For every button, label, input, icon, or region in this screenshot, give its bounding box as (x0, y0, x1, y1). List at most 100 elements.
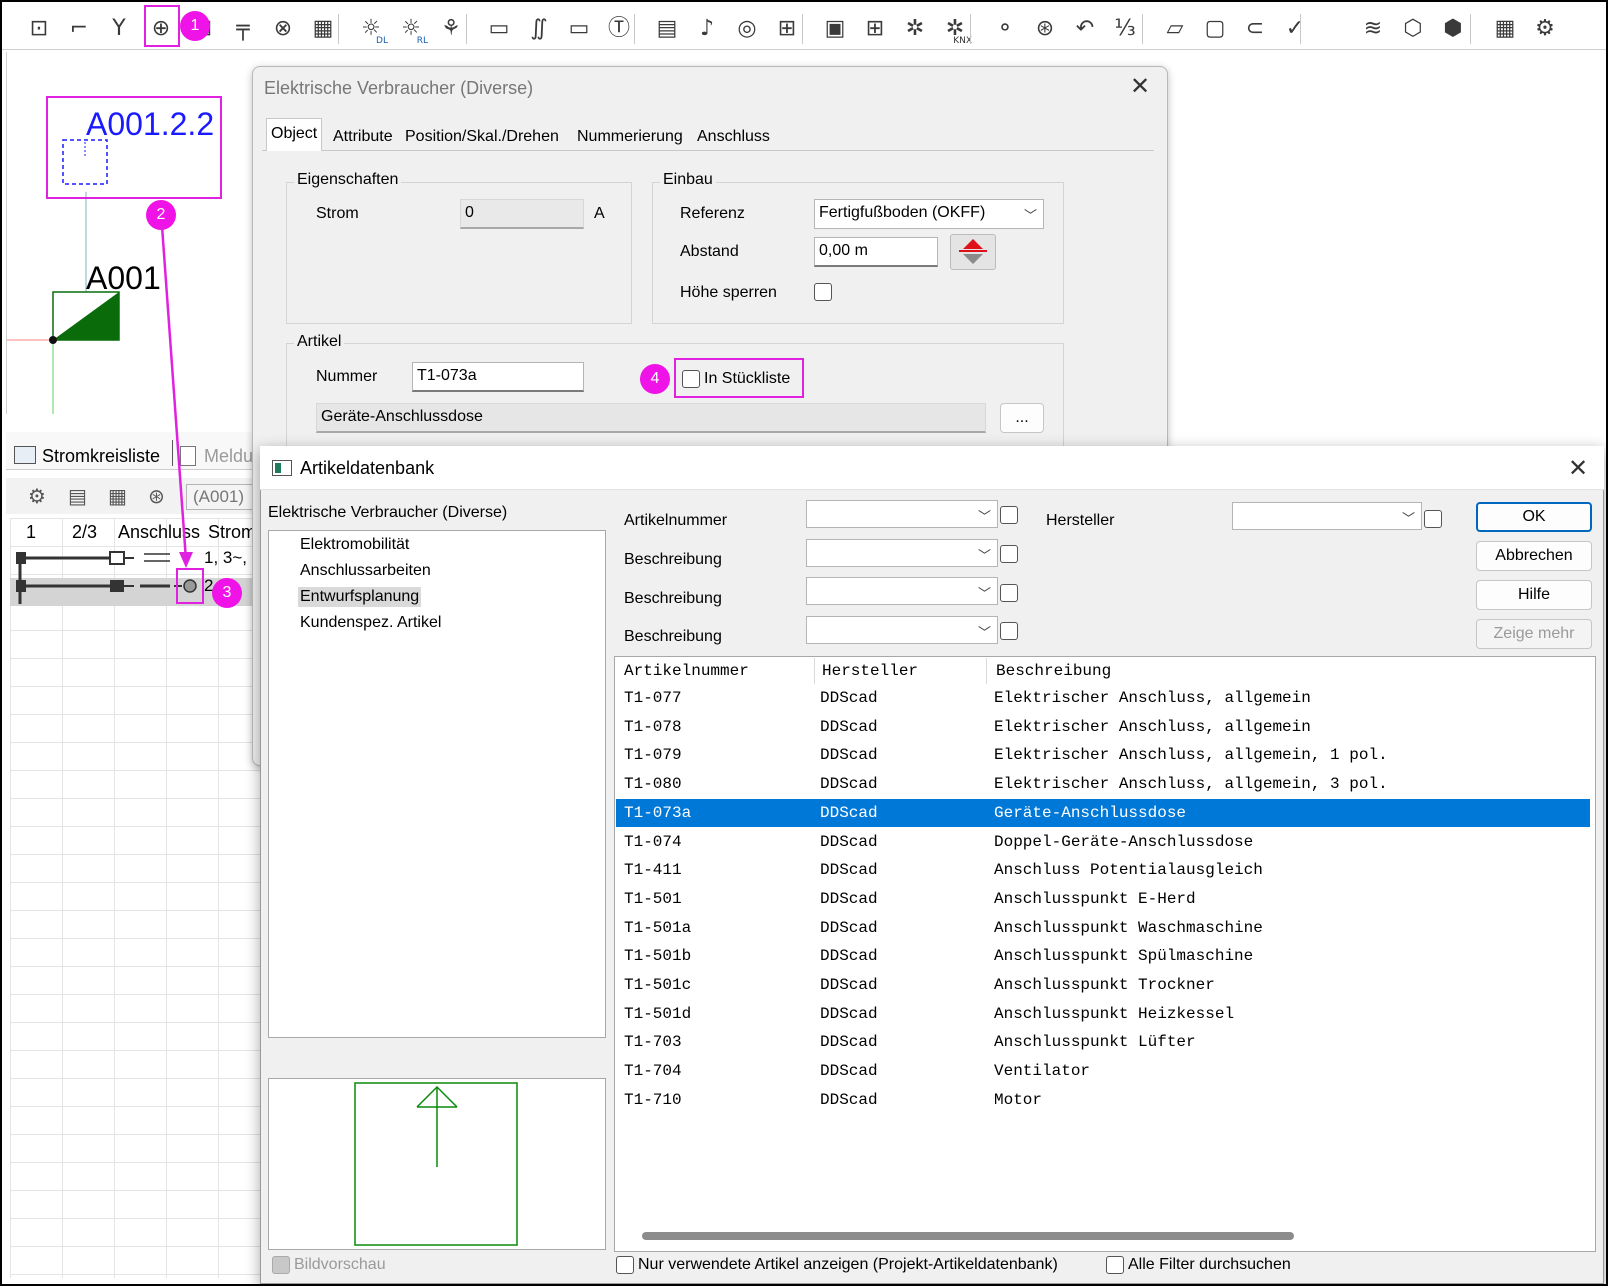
list-add-icon[interactable]: ▤ (68, 484, 87, 508)
table-row[interactable]: T1-077 DDScad Elektrischer Anschluss, allg… (616, 684, 1590, 712)
tree-item-entwurfsplanung[interactable]: Entwurfsplanung (298, 587, 422, 607)
check-icon[interactable]: ✓ (1278, 12, 1312, 46)
cross-circle-icon[interactable]: ⊗ (266, 12, 300, 46)
circuit-label-a001-2-2[interactable]: A001.2.2 (86, 106, 214, 143)
list-grid-icon[interactable]: ▦ (108, 484, 127, 508)
panel-icon[interactable]: ▦ (306, 12, 340, 46)
filter-article-number-select[interactable]: ﹀ (806, 500, 998, 528)
table-row[interactable]: T1-501a DDScad Anschlusspunkt Waschmaschin… (616, 914, 1590, 942)
column-header-description[interactable]: Beschreibung (996, 662, 1111, 680)
filter-description-2-label: Beschreibung (624, 590, 722, 607)
horizontal-scrollbar[interactable] (642, 1232, 1294, 1240)
help-button[interactable]: Hilfe (1476, 580, 1592, 610)
column-header-manufacturer[interactable]: Hersteller (822, 662, 918, 680)
box-icon[interactable]: ▢ (1198, 12, 1232, 46)
speaker-icon[interactable]: ◎ (730, 12, 764, 46)
tab-meldungen[interactable]: Meldu (204, 446, 253, 467)
browse-article-button[interactable]: ... (1000, 403, 1044, 433)
solar-icon[interactable]: ▦ (1488, 12, 1522, 46)
table-row[interactable]: T1-078 DDScad Elektrischer Anschluss, allg… (616, 713, 1590, 741)
table-row[interactable]: T1-501c DDScad Anschlusspunkt Trockner (616, 971, 1590, 999)
cable-route-icon[interactable]: ≋ (1356, 12, 1390, 46)
table-row[interactable]: T1-501d DDScad Anschlusspunkt Heizkessel (616, 1000, 1590, 1028)
table-row[interactable]: T1-710 DDScad Motor (616, 1086, 1590, 1114)
filter-manufacturer-checkbox[interactable] (1424, 510, 1442, 528)
table-row[interactable]: T1-074 DDScad Doppel-Geräte-Anschlussdose (616, 828, 1590, 856)
search-all-filters-checkbox[interactable] (1106, 1256, 1124, 1274)
junction-icon[interactable]: Y (102, 12, 136, 46)
article-number-cell: T1-079 (624, 746, 682, 765)
table-row[interactable]: T1-501b DDScad Anschlusspunkt Spülmaschine (616, 942, 1590, 970)
intercom-icon[interactable]: ▤ (650, 12, 684, 46)
more-icon[interactable]: ⚙ (1528, 12, 1562, 46)
device-icon[interactable]: ▭ (482, 12, 516, 46)
tree-item-kundenspez[interactable]: Kundenspez. Artikel (298, 613, 443, 633)
cube-icon[interactable]: ⬡ (1396, 12, 1430, 46)
distance-field[interactable]: 0,00 m (814, 237, 938, 267)
column-header-article-number[interactable]: Artikelnummer (624, 662, 749, 680)
cable-tray-icon[interactable]: ⊡ (22, 12, 56, 46)
close-icon[interactable]: ✕ (1568, 454, 1588, 482)
dialog-title: Elektrische Verbraucher (Diverse) (264, 78, 534, 98)
tab-nummerierung[interactable]: Nummerierung (572, 121, 688, 151)
only-used-checkbox[interactable] (616, 1256, 634, 1274)
knx-icon[interactable]: ✲ KNX (938, 12, 972, 46)
table-row[interactable]: T1-079 DDScad Elektrischer Anschluss, allg… (616, 741, 1590, 769)
tab-object[interactable]: Object (266, 118, 323, 151)
tab-attribute[interactable]: Attribute (328, 121, 398, 151)
add-circuit-icon[interactable]: ⚙ (28, 484, 46, 508)
height-reference-button[interactable] (950, 234, 996, 270)
current-field[interactable]: 0 (460, 199, 584, 229)
filter-description-3-select[interactable]: ﹀ (806, 616, 998, 644)
filter-description-2-checkbox[interactable] (1000, 584, 1018, 602)
bell-icon[interactable]: ♪ (690, 12, 724, 46)
tab-position[interactable]: Position/Skal./Drehen (400, 121, 564, 151)
hub-icon[interactable]: ⊛ (1028, 12, 1062, 46)
filter-description-2-select[interactable]: ﹀ (806, 577, 998, 605)
reference-select[interactable]: Fertigfußboden (OKFF) ﹀ (814, 199, 1044, 229)
tab-stromkreisliste[interactable]: Stromkreisliste (42, 446, 160, 467)
filter-manufacturer-select[interactable]: ﹀ (1232, 502, 1422, 530)
light-dl-icon[interactable]: ☼ DL (354, 12, 388, 46)
numbering-icon[interactable]: ⅓ (1108, 12, 1142, 46)
bus-icon[interactable]: ⚬ (988, 12, 1022, 46)
sensor-icon[interactable]: ⚘ (434, 12, 468, 46)
article-number-field[interactable]: T1-073a (412, 362, 584, 392)
filter-description-3-checkbox[interactable] (1000, 622, 1018, 640)
table-row[interactable]: T1-073a DDScad Geräte-Anschlussdose (616, 798, 1590, 827)
branch-icon[interactable]: ⌐ (62, 12, 96, 46)
tree-item-elektromobilitaet[interactable]: Elektromobilität (298, 535, 411, 555)
tray-icon[interactable]: ▱ (1158, 12, 1192, 46)
lock-height-checkbox[interactable] (814, 283, 832, 301)
outlet-box-icon[interactable]: ⊞ (770, 12, 804, 46)
close-icon[interactable]: ✕ (1130, 72, 1150, 100)
t-circle-icon[interactable]: Ⓣ (602, 12, 636, 46)
tab-anschluss[interactable]: Anschluss (692, 121, 775, 151)
terminal-icon[interactable]: ▭ (562, 12, 596, 46)
tree-item-anschlussarbeiten[interactable]: Anschlussarbeiten (298, 561, 433, 581)
ok-button[interactable]: OK (1476, 502, 1592, 532)
circuit-filter-field[interactable]: (A001) (186, 484, 260, 510)
bill-of-materials-checkbox[interactable] (682, 370, 700, 388)
circuit-grid[interactable] (10, 518, 262, 1278)
filter-description-1-select[interactable]: ﹀ (806, 539, 998, 567)
table-row[interactable]: T1-501 DDScad Anschlusspunkt E-Herd (616, 885, 1590, 913)
group-icon[interactable]: ⊛ (148, 484, 165, 508)
signal-icon[interactable]: ∬ (522, 12, 556, 46)
cancel-button[interactable]: Abbrechen (1476, 541, 1592, 571)
network-icon[interactable]: ✲ (898, 12, 932, 46)
table-row[interactable]: T1-080 DDScad Elektrischer Anschluss, allg… (616, 770, 1590, 798)
frame-icon[interactable]: ▣ (818, 12, 852, 46)
filter-description-1-checkbox[interactable] (1000, 545, 1018, 563)
circuit-label-a001[interactable]: A001 (86, 260, 161, 297)
network-box-icon[interactable]: ⊞ (858, 12, 892, 46)
socket-icon[interactable]: ╤ (226, 12, 260, 46)
filter-article-number-checkbox[interactable] (1000, 506, 1018, 524)
table-row[interactable]: T1-704 DDScad Ventilator (616, 1057, 1590, 1085)
light-rl-icon[interactable]: ☼ RL (394, 12, 428, 46)
table-row[interactable]: T1-411 DDScad Anschluss Potentialausgleich (616, 856, 1590, 884)
address-icon[interactable]: ↶ (1068, 12, 1102, 46)
pipe-icon[interactable]: ⊂ (1238, 12, 1272, 46)
view-icon[interactable]: ⬢ (1436, 12, 1470, 46)
table-row[interactable]: T1-703 DDScad Anschlusspunkt Lüfter (616, 1028, 1590, 1056)
